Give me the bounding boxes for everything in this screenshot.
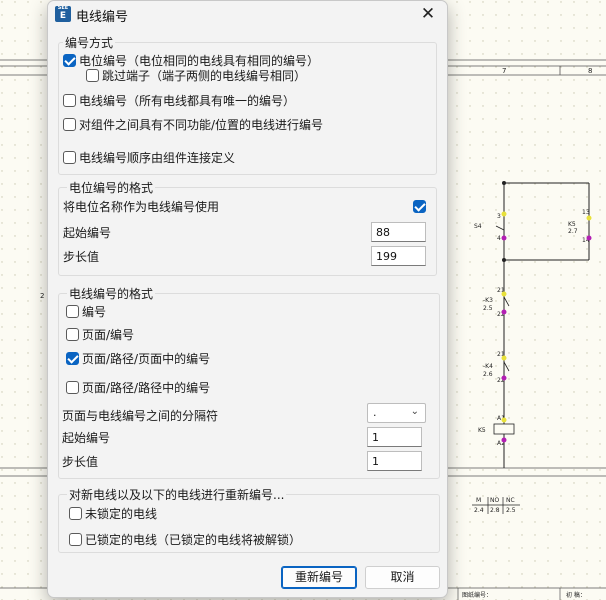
- potential-step-label: 步长值: [63, 250, 100, 264]
- skip-terminals-label: 跳过端子（端子两侧的电线编号相同）: [102, 69, 307, 83]
- wire-numbering-option[interactable]: 电线编号（所有电线都具有唯一的编号）: [63, 92, 295, 109]
- potential-step-input[interactable]: 199: [371, 246, 426, 266]
- k5-right-label: K5: [568, 221, 576, 228]
- format-page-number-label: 页面/编号: [82, 328, 135, 342]
- wire-start-label: 起始编号: [62, 431, 111, 445]
- table-no: NO: [490, 497, 499, 504]
- k5-pin13: 13: [582, 209, 590, 216]
- potential-start-input[interactable]: 88: [371, 222, 426, 242]
- wire-numbering-dialog: SEE E 电线编号 ✕ 编号方式 电位编号（电位相同的电线具有相同的编号） 跳过…: [47, 0, 448, 598]
- k5-coil-label: K5: [478, 427, 486, 434]
- renumber-button[interactable]: 重新编号: [281, 566, 357, 589]
- wire-numbering-label: 电线编号（所有电线都具有唯一的编号）: [79, 94, 296, 108]
- chevron-down-icon: ⌄: [410, 406, 419, 417]
- s4-pin4: 4: [497, 235, 501, 242]
- cancel-button[interactable]: 取消: [365, 566, 440, 589]
- skip-terminals-checkbox[interactable]: [86, 69, 99, 82]
- format-page-path-page-label: 页面/路径/页面中的编号: [82, 352, 211, 366]
- drawing-no-label: 图纸编号：: [462, 591, 492, 599]
- format-number-label: 编号: [82, 305, 107, 319]
- numbering-mode-title: 编号方式: [63, 34, 116, 51]
- title-bar: SEE E 电线编号 ✕: [48, 1, 447, 31]
- unlocked-wires-checkbox[interactable]: [69, 507, 82, 520]
- format-page-number-option[interactable]: 页面/编号: [66, 326, 134, 343]
- order-defined-checkbox[interactable]: [63, 151, 76, 164]
- separator-select[interactable]: . ⌄: [367, 403, 426, 423]
- table-nc: NC: [506, 497, 515, 504]
- potential-numbering-checkbox[interactable]: [63, 54, 76, 67]
- format-page-path-page-checkbox[interactable]: [66, 352, 79, 365]
- use-name-checkbox[interactable]: [413, 200, 426, 213]
- locked-wires-checkbox[interactable]: [69, 533, 82, 546]
- format-page-path-path-checkbox[interactable]: [66, 381, 79, 394]
- left-num: 2: [40, 292, 44, 300]
- different-function-label: 对组件之间具有不同功能/位置的电线进行编号: [79, 118, 324, 132]
- unlocked-wires-option[interactable]: 未锁定的电线: [69, 505, 157, 522]
- close-icon[interactable]: ✕: [417, 4, 439, 24]
- different-function-option[interactable]: 对组件之间具有不同功能/位置的电线进行编号: [63, 116, 323, 133]
- k5-right-sub: 2.7: [568, 228, 578, 235]
- app-icon: SEE E: [55, 6, 71, 22]
- col-8-label: 8: [588, 67, 592, 75]
- table-m: M: [476, 497, 481, 504]
- skip-terminals-option[interactable]: 跳过端子（端子两侧的电线编号相同）: [86, 67, 306, 84]
- table-no-val: 2.8: [490, 507, 500, 514]
- locked-wires-label: 已锁定的电线（已锁定的电线将被解锁）: [85, 533, 302, 547]
- separator-label: 页面与电线编号之间的分隔符: [62, 409, 219, 423]
- unlocked-wires-label: 未锁定的电线: [85, 507, 158, 521]
- k4-sub: 2.6: [483, 371, 493, 378]
- locked-wires-option[interactable]: 已锁定的电线（已锁定的电线将被解锁）: [69, 531, 301, 548]
- k3-sub: 2.5: [483, 305, 493, 312]
- format-number-checkbox[interactable]: [66, 305, 79, 318]
- format-page-number-checkbox[interactable]: [66, 328, 79, 341]
- different-function-checkbox[interactable]: [63, 118, 76, 131]
- k3-label: -K3: [483, 297, 493, 304]
- separator-value: .: [373, 406, 377, 419]
- wire-start-input[interactable]: 1: [367, 427, 422, 447]
- col-7-label: 7: [502, 67, 506, 75]
- table-m-val: 2.4: [474, 507, 484, 514]
- order-defined-option[interactable]: 电线编号顺序由组件连接定义: [63, 149, 235, 166]
- table-nc-val: 2.5: [506, 507, 516, 514]
- s4-pin3: 3: [497, 213, 501, 220]
- format-page-path-path-option[interactable]: 页面/路径/路径中的编号: [66, 379, 210, 396]
- wire-step-input[interactable]: 1: [367, 451, 422, 471]
- format-page-path-page-option[interactable]: 页面/路径/页面中的编号: [66, 350, 210, 367]
- potential-format-title: 电位编号的格式: [67, 179, 156, 196]
- first-draft-label: 初 稿：: [566, 591, 586, 599]
- wire-format-title: 电线编号的格式: [67, 285, 156, 302]
- renumber-title: 对新电线以及以下的电线进行重新编号...: [67, 486, 287, 503]
- dialog-title: 电线编号: [76, 10, 129, 25]
- potential-start-label: 起始编号: [63, 226, 112, 240]
- k4-label: -K4: [483, 363, 493, 370]
- format-number-option[interactable]: 编号: [66, 303, 106, 320]
- order-defined-label: 电线编号顺序由组件连接定义: [79, 151, 236, 165]
- format-page-path-path-label: 页面/路径/路径中的编号: [82, 381, 211, 395]
- use-name-label: 将电位名称作为电线编号使用: [63, 200, 220, 214]
- wire-numbering-checkbox[interactable]: [63, 94, 76, 107]
- wire-step-label: 步长值: [62, 455, 99, 469]
- s4-label: S4: [474, 223, 482, 230]
